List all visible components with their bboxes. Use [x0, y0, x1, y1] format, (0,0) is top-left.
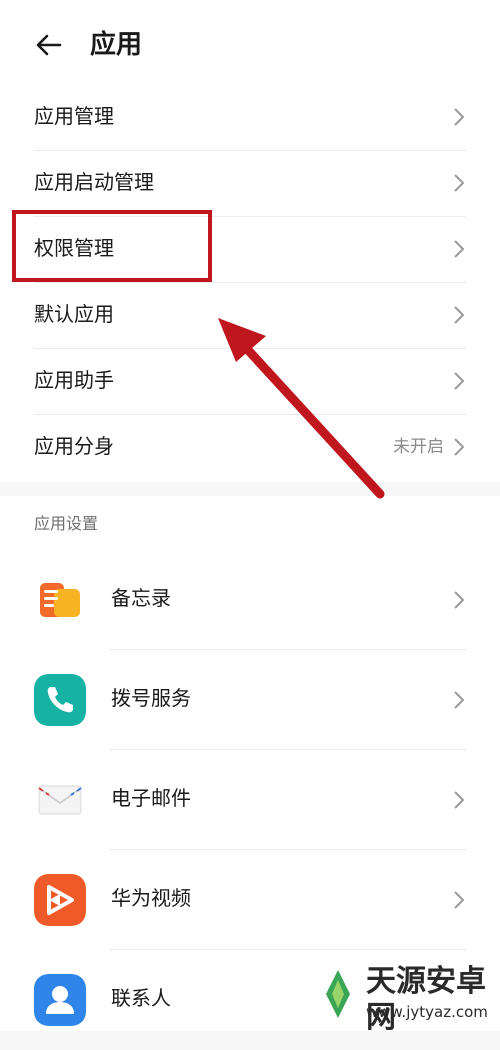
menu-item-app-management[interactable]: 应用管理: [34, 84, 466, 151]
menu-item-label: 应用启动管理: [34, 170, 154, 194]
android-logo-icon: [326, 970, 350, 1018]
menu-item-label: 应用分身: [34, 434, 114, 458]
chevron-right-icon: [454, 108, 465, 126]
app-label: 拨号服务: [111, 686, 191, 710]
memo-icon: [34, 574, 86, 626]
app-label: 华为视频: [111, 886, 191, 910]
watermark-url: www.jytyaz.com: [366, 1003, 488, 1021]
chevron-right-icon: [454, 591, 465, 609]
app-label: 联系人: [111, 986, 171, 1010]
section-title: 应用设置: [34, 514, 99, 533]
phone-icon: [34, 674, 86, 726]
chevron-right-icon: [454, 372, 465, 390]
menu-item-label: 应用管理: [34, 104, 114, 128]
watermark-title: 天源安卓网: [366, 964, 486, 1035]
chevron-right-icon: [454, 891, 465, 909]
watermark: 天源安卓网 www.jytyaz.com: [308, 962, 500, 1035]
menu-item-label: 应用助手: [34, 368, 114, 392]
back-arrow-icon[interactable]: [34, 30, 64, 60]
settings-menu: 应用管理 应用启动管理 权限管理 默认应用 应用助手 应用分身 未开启: [0, 84, 500, 482]
contacts-icon: [34, 974, 86, 1026]
chevron-right-icon: [454, 691, 465, 709]
highlight-box: [12, 210, 212, 282]
menu-item-app-assistant[interactable]: 应用助手: [34, 348, 466, 415]
top-bar: 应用: [0, 0, 500, 90]
status-value: 未开启: [393, 437, 444, 457]
chevron-right-icon: [454, 240, 465, 258]
menu-item-default-apps[interactable]: 默认应用: [34, 282, 466, 349]
chevron-right-icon: [454, 174, 465, 192]
chevron-right-icon: [454, 791, 465, 809]
menu-item-label: 默认应用: [34, 302, 114, 326]
app-row-email[interactable]: 电子邮件: [0, 750, 500, 850]
app-row-dialer[interactable]: 拨号服务: [0, 650, 500, 750]
menu-item-app-launch[interactable]: 应用启动管理: [34, 150, 466, 217]
app-settings-section: 应用设置 备忘录 拨号服务 电子邮件 华为视频 联系人: [0, 496, 500, 1031]
app-row-video[interactable]: 华为视频: [0, 850, 500, 950]
menu-item-app-twin[interactable]: 应用分身 未开启: [34, 414, 466, 480]
page-title: 应用: [90, 30, 143, 60]
mail-icon: [34, 774, 86, 826]
app-label: 电子邮件: [111, 786, 191, 810]
video-icon: [34, 874, 86, 926]
chevron-right-icon: [454, 438, 465, 456]
app-label: 备忘录: [111, 586, 171, 610]
chevron-right-icon: [454, 306, 465, 324]
app-row-memo[interactable]: 备忘录: [0, 550, 500, 650]
